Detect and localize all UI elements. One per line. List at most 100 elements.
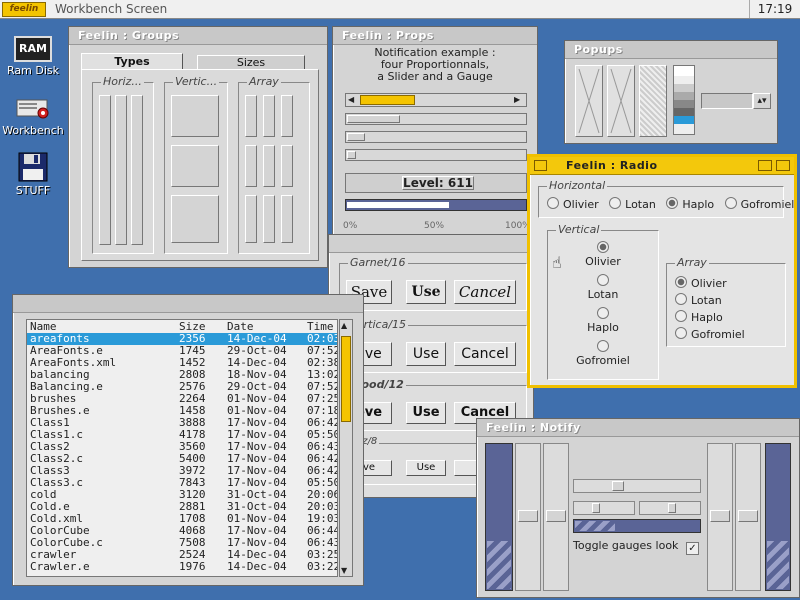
- popup-button-2[interactable]: [607, 65, 635, 137]
- vertical-scrollbar[interactable]: ▲ ▼: [339, 319, 353, 577]
- toggle-gauges-checkbox[interactable]: ✓: [685, 542, 699, 555]
- tab-types[interactable]: Types: [81, 53, 183, 70]
- horizontal-radio-row: Olivier Lotan Haplo Gofromiel: [547, 197, 794, 211]
- radio-lotan[interactable]: Lotan: [548, 274, 658, 301]
- popup-pen-palette[interactable]: [673, 65, 695, 135]
- close-gadget-icon[interactable]: [534, 160, 547, 171]
- radio-gofromiel[interactable]: Gofromiel: [548, 340, 658, 367]
- radio-lotan[interactable]: Lotan: [675, 293, 722, 307]
- gauge-fill: [347, 202, 449, 208]
- vertical-slider-3[interactable]: [707, 443, 733, 591]
- cancel-button[interactable]: Cancel: [454, 342, 516, 366]
- popup-pattern[interactable]: [639, 65, 667, 137]
- notification-text: Notification example : four Proportionna…: [374, 46, 496, 83]
- gauge-tick: 50%: [424, 221, 445, 231]
- radio-button-icon: [547, 197, 559, 209]
- popup-open-icon[interactable]: ▴▾: [753, 93, 771, 109]
- horizontal-slider-2[interactable]: [573, 501, 635, 515]
- file-name: Crawler.e: [30, 560, 90, 573]
- clock: 17:19: [749, 0, 800, 18]
- window-title: Feelin : Notify: [486, 421, 581, 434]
- radio-gofromiel[interactable]: Gofromiel: [675, 327, 745, 341]
- use-button[interactable]: Use: [406, 280, 446, 304]
- proportional-1[interactable]: [345, 113, 527, 125]
- vertical-gauge-left: [485, 443, 513, 591]
- radio-group-horizontal: Horizontal Olivier Lotan Haplo Gofromiel: [538, 179, 794, 218]
- level-slider[interactable]: Level: 611: [345, 173, 527, 193]
- toggle-gauges-row[interactable]: Toggle gauges look ✓: [573, 539, 699, 555]
- window-title-bar[interactable]: Feelin : Notify: [477, 419, 799, 437]
- radio-olivier[interactable]: Olivier: [548, 241, 658, 268]
- font-group-2: Vertica/15 ave Use Cancel: [339, 318, 527, 373]
- window-title-bar[interactable]: Feelin : Groups: [69, 27, 327, 45]
- radio-group-vertical: Vertical Olivier Lotan Haplo Gofromiel: [547, 223, 659, 380]
- notify-window: Feelin : Notify Toggle gauges look ✓: [476, 418, 800, 598]
- radio-button-icon: [675, 293, 687, 305]
- radio-button-icon: [597, 274, 609, 286]
- radio-gofromiel[interactable]: Gofromiel: [724, 197, 794, 211]
- radio-haplo[interactable]: Haplo: [666, 197, 714, 211]
- proportional-2[interactable]: [345, 131, 527, 143]
- group-array: Array: [238, 75, 310, 254]
- vertical-slider-2[interactable]: [543, 443, 569, 591]
- radio-lotan[interactable]: Lotan: [609, 197, 656, 211]
- screen-title-bar: feelin Workbench Screen 17:19: [0, 0, 800, 19]
- scrollbar-knob[interactable]: [341, 336, 351, 422]
- cancel-button[interactable]: Cancel: [454, 280, 516, 304]
- use-button[interactable]: Use: [406, 460, 446, 476]
- scroll-up-arrow-icon[interactable]: ▲: [341, 321, 347, 330]
- vertical-slider-1[interactable]: [515, 443, 541, 591]
- scroll-right-arrow-icon[interactable]: ▶: [514, 95, 524, 105]
- zoom-gadget-icon[interactable]: [758, 160, 772, 171]
- use-button[interactable]: Use: [406, 402, 446, 424]
- radio-button-icon: [675, 310, 687, 322]
- vertical-slider-4[interactable]: [735, 443, 761, 591]
- desktop-icon-stuff[interactable]: STUFF: [0, 152, 68, 197]
- tab-sizes[interactable]: Sizes: [197, 55, 305, 70]
- scroll-left-arrow-icon[interactable]: ◀: [348, 95, 358, 105]
- desktop-icon-workbench[interactable]: Workbench: [0, 96, 68, 137]
- file-time: 03:22:32: [307, 560, 337, 573]
- window-title-bar[interactable]: Popups: [565, 41, 777, 59]
- font-group-1: Garnet/16 Save Use Cancel: [339, 256, 527, 311]
- radio-olivier[interactable]: Olivier: [675, 276, 727, 290]
- desktop-icon-label: Workbench: [2, 124, 64, 137]
- radio-button-icon: [675, 327, 687, 339]
- radio-button-icon: [597, 307, 609, 319]
- prop-knob[interactable]: [347, 133, 365, 141]
- depth-gadget-icon[interactable]: [776, 160, 790, 171]
- workbench-drive-icon: [15, 96, 51, 122]
- prop-knob[interactable]: [347, 115, 400, 123]
- radio-haplo[interactable]: Haplo: [548, 307, 658, 334]
- popups-window: Popups ▴▾: [564, 40, 778, 144]
- file-list[interactable]: Name Size Date Time areafonts 2356 14-Dec-…: [26, 319, 338, 577]
- window-title: Popups: [574, 43, 623, 56]
- scroller-knob[interactable]: [360, 95, 415, 105]
- vertical-gauge-right: [765, 443, 791, 591]
- horizontal-slider-3[interactable]: [639, 501, 701, 515]
- window-title-bar[interactable]: [13, 295, 363, 313]
- level-gauge: [345, 199, 527, 211]
- horizontal-slider-1[interactable]: [573, 479, 701, 493]
- horizontal-scroller[interactable]: ◀ ▶: [345, 93, 527, 107]
- window-title-bar[interactable]: Feelin : Props: [333, 27, 537, 45]
- desktop-icon-label: Ram Disk: [7, 64, 59, 77]
- proportional-3[interactable]: [345, 149, 527, 161]
- radio-olivier[interactable]: Olivier: [547, 197, 599, 211]
- table-row[interactable]: Crawler.e 1976 14-Dec-04 03:22:32: [27, 561, 337, 573]
- file-date: 14-Dec-04: [227, 560, 287, 573]
- radio-haplo[interactable]: Haplo: [675, 310, 723, 324]
- desktop-icon-label: STUFF: [15, 184, 51, 197]
- prop-knob[interactable]: [347, 151, 356, 159]
- popup-button-1[interactable]: [575, 65, 603, 137]
- desktop-icon-ram-disk[interactable]: RAM Ram Disk: [0, 36, 68, 77]
- window-title-bar[interactable]: Feelin : Radio: [530, 157, 794, 175]
- window-title-bar[interactable]: [329, 235, 533, 253]
- props-window: Feelin : Props Notification example : fo…: [332, 26, 538, 244]
- popup-string-input[interactable]: [701, 93, 753, 109]
- hand-pointer-icon: ☝: [552, 253, 562, 272]
- scroll-down-arrow-icon[interactable]: ▼: [341, 566, 347, 575]
- level-readout[interactable]: Level: 611: [402, 176, 474, 190]
- use-button[interactable]: Use: [406, 342, 446, 366]
- feelin-logo[interactable]: feelin: [2, 2, 46, 17]
